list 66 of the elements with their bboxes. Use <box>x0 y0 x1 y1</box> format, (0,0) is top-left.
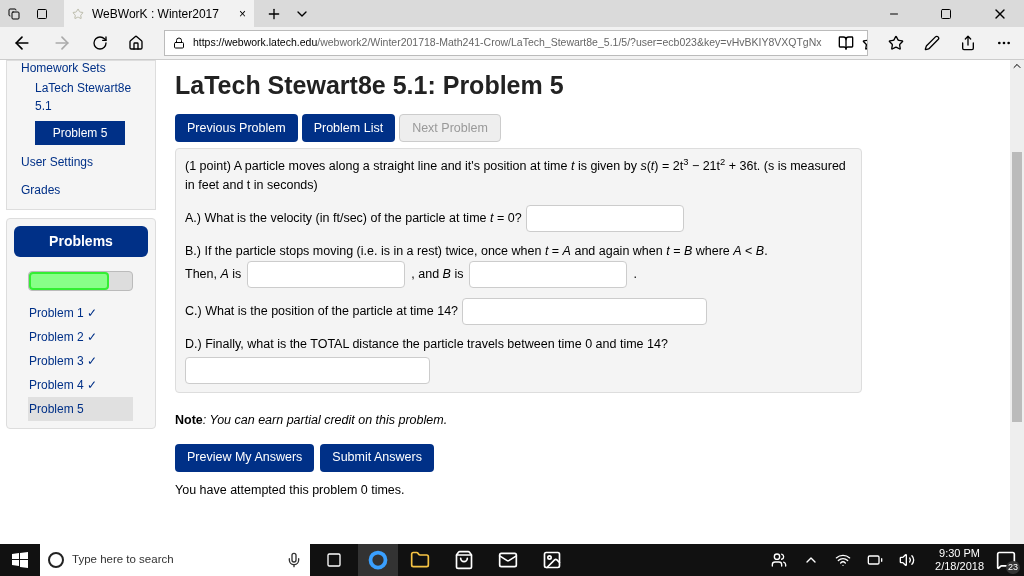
browser-app-icon[interactable] <box>368 550 388 570</box>
question-text: . <box>633 266 637 283</box>
photos-icon[interactable] <box>542 550 562 570</box>
submit-button[interactable]: Submit Answers <box>320 443 434 472</box>
problem-link[interactable]: Problem 4 ✓ <box>28 373 133 397</box>
attempts-text: You have attempted this problem 0 times. <box>175 481 406 499</box>
answer-field[interactable] <box>185 357 430 384</box>
nav-button[interactable]: Previous Problem <box>175 114 298 142</box>
answer-field[interactable] <box>469 261 628 288</box>
problems-header: Problems <box>14 226 148 257</box>
star-icon <box>72 7 84 20</box>
question-text: C.) What is the position of the particle at time 14? <box>185 303 459 320</box>
problem-link[interactable]: Problem 5 <box>28 397 133 421</box>
tabs-icon[interactable] <box>8 7 20 20</box>
page-title: LaTech Stewart8e 5.1: Problem 5 <box>175 70 565 101</box>
people-icon[interactable] <box>771 552 788 568</box>
mail-icon[interactable] <box>498 550 518 570</box>
tab-close[interactable]: × <box>239 4 246 23</box>
tab-title: WeBWorK : Winter2017 <box>92 5 220 23</box>
share-icon[interactable] <box>960 35 977 51</box>
set-link[interactable]: LaTech Stewart8e 5.1 <box>35 79 141 115</box>
clock-time[interactable]: 9:30 PM <box>939 547 980 560</box>
question-text: D.) Finally, what is the TOTAL distance the particle travels between time 0 and time 14? <box>185 336 669 353</box>
wifi-icon[interactable] <box>835 552 852 568</box>
set-aside-icon[interactable] <box>36 7 48 20</box>
question-text: Then, A is <box>185 266 242 283</box>
problem-link[interactable]: Problem 1 ✓ <box>28 301 133 325</box>
answer-field[interactable] <box>247 261 406 288</box>
scrollbar[interactable] <box>1010 60 1024 544</box>
submit-button[interactable]: Preview My Answers <box>175 443 315 472</box>
restore-icon[interactable] <box>940 7 952 20</box>
nav-button[interactable]: Problem List <box>301 114 396 142</box>
problem-link[interactable]: Problem 2 ✓ <box>28 325 133 349</box>
sidebar-heading: Homework Sets <box>21 61 107 75</box>
pen-icon[interactable] <box>924 35 941 51</box>
battery-icon[interactable] <box>867 552 884 568</box>
problem-link[interactable]: Problem 3 ✓ <box>28 349 133 373</box>
folder-icon[interactable] <box>410 550 430 570</box>
search-input[interactable]: Type here to search <box>72 551 278 569</box>
answer-field[interactable] <box>525 205 684 232</box>
store-icon[interactable] <box>454 550 474 570</box>
task-view-icon[interactable] <box>326 552 342 568</box>
notification-count: 23 <box>1006 560 1020 574</box>
refresh-icon[interactable] <box>91 35 108 51</box>
answer-field[interactable] <box>462 298 708 325</box>
browser-tab[interactable]: WeBWorK : Winter2017 × <box>64 0 254 27</box>
sidebar-link[interactable]: User Settings <box>21 151 141 173</box>
reading-view-icon[interactable] <box>837 35 854 51</box>
search-box[interactable]: Type here to search <box>40 544 310 576</box>
clock-date[interactable]: 2/18/2018 <box>935 560 984 573</box>
home-icon[interactable] <box>127 35 144 51</box>
question-text: A.) What is the velocity (in ft/sec) of the particle at time t = 0? <box>185 210 522 227</box>
question-text: B.) If the particle stops moving (i.e. is in a rest) twice, once when t = A and again when t = B where A < B. <box>185 243 769 260</box>
mic-icon[interactable] <box>286 552 302 568</box>
windows-logo-icon[interactable] <box>12 552 28 568</box>
address-bar[interactable]: https://webwork.latech.edu/webwork2/Winter201718-Math241-Crow/LaTech_Stewart8e_5.1/5/?user=ecb023&key=vHvBKIY8VXQTgNx <box>163 30 869 56</box>
url-text: https://webwork.latech.edu/webwork2/Winter201718-Math241-Crow/LaTech_Stewart8e_5.1/5/?user=ecb023&key=vHvBKIY8VXQTgNx <box>192 35 822 51</box>
volume-icon[interactable] <box>899 552 916 568</box>
lock-icon <box>172 37 185 49</box>
favorites-icon[interactable] <box>888 35 905 51</box>
current-problem-link[interactable]: Problem 5 <box>35 121 125 145</box>
note-text: Note: You can earn partial credit on this problem. <box>175 412 449 429</box>
cortana-icon <box>48 552 64 568</box>
question-text: , and B is <box>411 266 464 283</box>
sidebar-link[interactable]: Grades <box>21 179 141 201</box>
problem-text: (1 point) A particle moves along a straight line and it's position at time t is given by s(t) = 2t$^{3}$ − 21t$^{2}$ + 36t. (s is measured in feet and t in seconds) <box>185 157 847 194</box>
